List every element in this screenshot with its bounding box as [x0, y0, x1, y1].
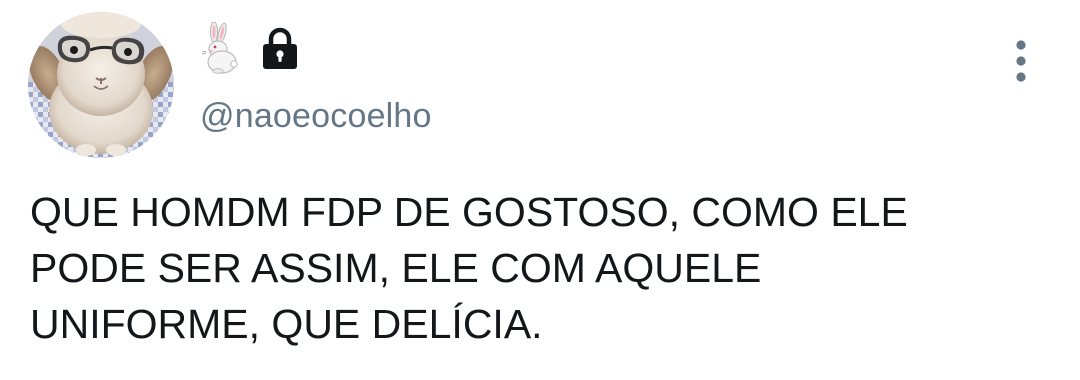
- tweet: @naoeocoelho QUE HOMDM FDP DE GOSTOSO, C…: [0, 0, 1080, 380]
- lock-icon: [263, 27, 297, 69]
- bunny-avatar-image: [28, 12, 174, 158]
- username-handle[interactable]: @naoeocoelho: [200, 94, 432, 138]
- display-name[interactable]: [200, 22, 300, 74]
- rabbit-icon: [201, 22, 238, 74]
- more-options-icon[interactable]: [1004, 38, 1038, 84]
- tweet-text: QUE HOMDM FDP DE GOSTOSO, COMO ELE PODE …: [30, 189, 908, 347]
- avatar[interactable]: [28, 12, 174, 158]
